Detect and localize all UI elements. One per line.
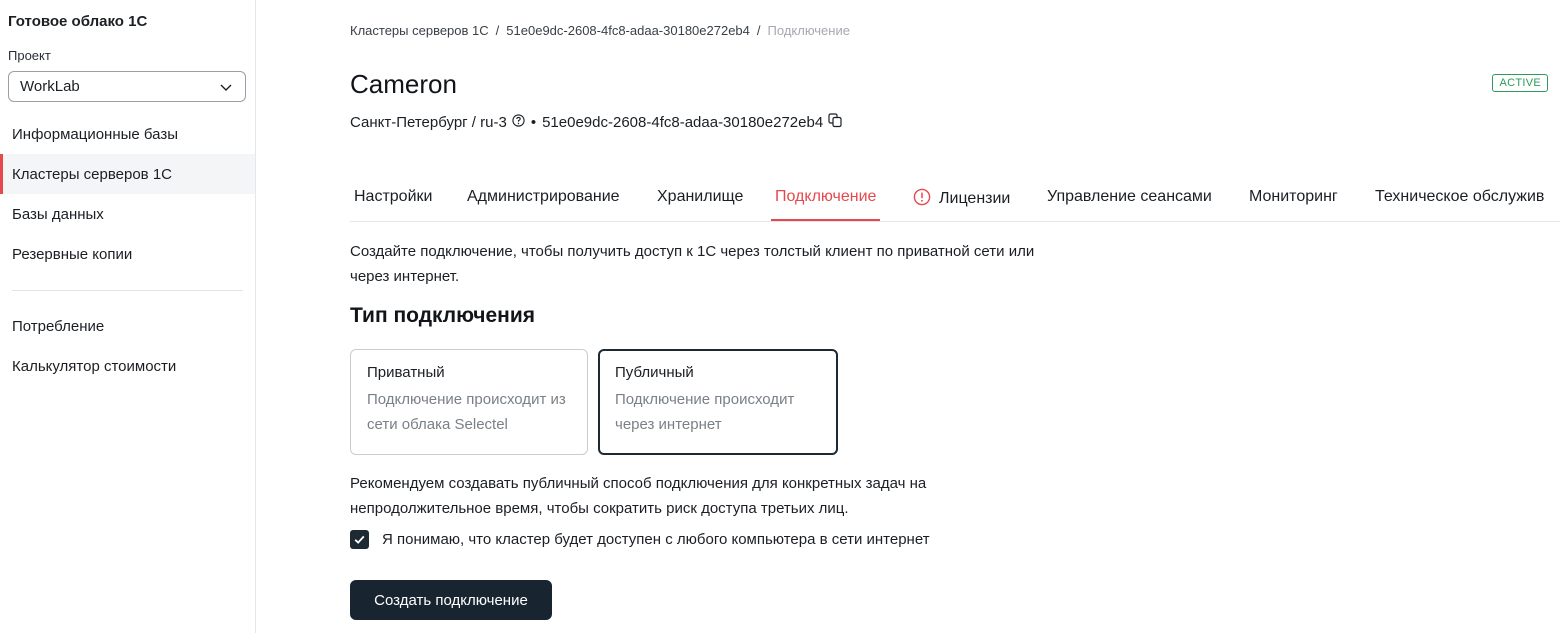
sidebar-item-backups[interactable]: Резервные копии bbox=[0, 234, 255, 274]
sidebar-item-databases[interactable]: Базы данных bbox=[0, 194, 255, 234]
alert-circle-icon bbox=[913, 188, 931, 211]
consent-label: Я понимаю, что кластер будет доступен с … bbox=[382, 531, 930, 548]
sidebar-item-label: Калькулятор стоимости bbox=[12, 357, 177, 375]
cluster-id-text: 51e0e9dc-2608-4fc8-adaa-30180e272eb4 bbox=[542, 113, 824, 131]
section-title: Тип подключения bbox=[350, 304, 535, 327]
option-card-description: Подключение происходит через интернет bbox=[615, 391, 795, 433]
tab-label: Управление сеансами bbox=[1047, 188, 1212, 205]
sidebar-item-label: Потребление bbox=[12, 317, 105, 335]
sidebar-item-server-clusters[interactable]: Кластеры серверов 1С bbox=[0, 154, 255, 194]
option-card-description: Подключение происходит из сети облака Se… bbox=[367, 391, 566, 433]
tab-settings[interactable]: Настройки bbox=[350, 178, 436, 221]
sidebar-item-infobases[interactable]: Информационные базы bbox=[0, 114, 255, 154]
tab-label: Лицензии bbox=[939, 190, 1011, 207]
tab-label: Администрирование bbox=[467, 188, 620, 205]
cluster-meta: Санкт-Петербург / ru-3 • 51e0e9dc-2608-4… bbox=[350, 112, 843, 132]
breadcrumb-clusters-link[interactable]: Кластеры серверов 1С bbox=[350, 23, 489, 38]
chevron-down-icon bbox=[219, 80, 233, 98]
tab-label: Настройки bbox=[354, 188, 433, 205]
tab-monitoring[interactable]: Мониторинг bbox=[1245, 178, 1342, 221]
consent-checkbox[interactable] bbox=[350, 530, 369, 549]
breadcrumb-separator: / bbox=[495, 23, 500, 38]
check-icon bbox=[354, 535, 365, 544]
tab-maintenance[interactable]: Техническое обслужив bbox=[1371, 178, 1548, 221]
project-select-value: WorkLab bbox=[20, 78, 80, 95]
option-card-title: Публичный bbox=[615, 364, 694, 381]
sidebar-item-label: Резервные копии bbox=[12, 245, 133, 263]
status-badge: ACTIVE bbox=[1492, 74, 1548, 92]
breadcrumb-separator: / bbox=[756, 23, 761, 38]
consent-row: Я понимаю, что кластер будет доступен с … bbox=[350, 530, 930, 549]
sidebar-item-consumption[interactable]: Потребление bbox=[0, 306, 255, 346]
sidebar-divider bbox=[12, 290, 243, 291]
project-select[interactable]: WorkLab bbox=[8, 71, 246, 102]
sidebar-item-label: Базы данных bbox=[12, 205, 104, 223]
project-label: Проект bbox=[8, 48, 51, 63]
tab-connection[interactable]: Подключение bbox=[771, 178, 881, 221]
sidebar: Готовое облако 1С Проект WorkLab Информа… bbox=[0, 0, 256, 633]
option-card-title: Приватный bbox=[367, 364, 445, 381]
recommendation-text: Рекомендуем создавать публичный способ п… bbox=[350, 475, 927, 517]
tab-label: Техническое обслужив bbox=[1375, 188, 1545, 205]
tab-label: Подключение bbox=[775, 188, 877, 205]
breadcrumb-cluster-id-link[interactable]: 51e0e9dc-2608-4fc8-adaa-30180e272eb4 bbox=[506, 23, 750, 38]
meta-separator: • bbox=[530, 113, 537, 131]
help-circle-icon[interactable] bbox=[512, 113, 525, 131]
sidebar-item-label: Информационные базы bbox=[12, 125, 178, 143]
intro-text: Создайте подключение, чтобы получить дос… bbox=[350, 243, 1035, 285]
breadcrumb: Кластеры серверов 1С / 51e0e9dc-2608-4fc8-… bbox=[350, 23, 850, 38]
region-text: Санкт-Петербург / ru-3 bbox=[350, 113, 507, 131]
create-connection-button[interactable]: Создать подключение bbox=[350, 580, 552, 620]
tab-administration[interactable]: Администрирование bbox=[463, 178, 624, 221]
page-title: Cameron bbox=[350, 69, 457, 99]
tab-bar: Настройки Администрирование Хранилище По… bbox=[350, 178, 1560, 222]
option-card-private[interactable]: Приватный Подключение происходит из сети… bbox=[350, 349, 588, 455]
tab-label: Хранилище bbox=[657, 188, 744, 205]
tab-licenses[interactable]: Лицензии bbox=[909, 178, 1014, 221]
option-card-public[interactable]: Публичный Подключение происходит через и… bbox=[598, 349, 838, 455]
tab-label: Мониторинг bbox=[1249, 188, 1338, 205]
tab-storage[interactable]: Хранилище bbox=[653, 178, 747, 221]
sidebar-item-cost-calculator[interactable]: Калькулятор стоимости bbox=[0, 346, 255, 386]
tab-session-management[interactable]: Управление сеансами bbox=[1043, 178, 1216, 221]
brand-title: Готовое облако 1С bbox=[8, 13, 148, 30]
sidebar-item-label: Кластеры серверов 1С bbox=[12, 165, 172, 183]
main-content: Кластеры серверов 1С / 51e0e9dc-2608-4fc8-… bbox=[350, 0, 1560, 633]
breadcrumb-current: Подключение bbox=[767, 23, 850, 38]
copy-icon[interactable] bbox=[827, 112, 843, 132]
